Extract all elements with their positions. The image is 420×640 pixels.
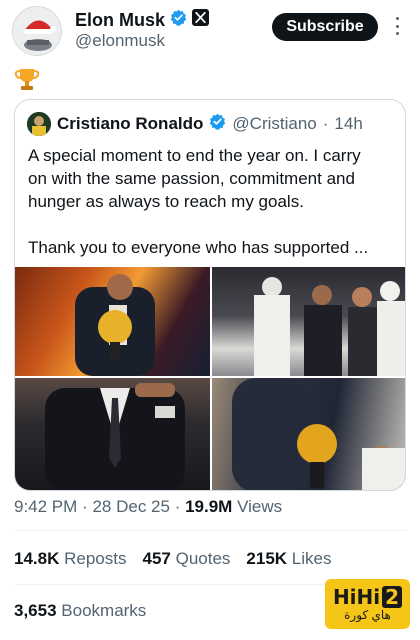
quoted-text-line: on with the same passion, commitment and [28, 169, 355, 188]
watermark-logo-number: 2 [382, 586, 403, 608]
quoted-author-handle[interactable]: @Cristiano [232, 114, 316, 134]
author-handle[interactable]: @elonmusk [75, 31, 165, 51]
trophy-icon [14, 66, 40, 92]
reposts-count: 14.8K [14, 549, 60, 568]
quoted-separator: · [322, 114, 329, 133]
post-metadata: 9:42 PM · 28 Dec 25 · 19.9M Views [14, 497, 282, 517]
bookmarks-stat[interactable]: 3,653 Bookmarks [14, 601, 146, 621]
quoted-text-blank-line [28, 213, 398, 236]
meta-separator: · [82, 497, 88, 516]
subscribe-button[interactable]: Subscribe [272, 13, 378, 41]
quoted-author-name[interactable]: Cristiano Ronaldo [57, 114, 203, 134]
likes-stat[interactable]: 215K Likes [246, 549, 331, 569]
quoted-verified-badge-icon [209, 113, 226, 135]
quoted-text-line: hunger as always to reach my goals. [28, 192, 304, 211]
watermark-arabic-text: هاي كورة [344, 608, 391, 622]
meta-separator: · [174, 497, 181, 516]
author-avatar[interactable] [12, 6, 62, 56]
quoted-post-card[interactable]: Cristiano Ronaldo @Cristiano · 14h A spe… [14, 99, 406, 491]
reposts-label: Reposts [64, 549, 127, 568]
quoted-post-text: A special moment to end the year on. I c… [28, 144, 398, 259]
likes-count: 215K [246, 549, 288, 568]
media-grid [15, 267, 405, 490]
x-affiliate-badge-icon [192, 9, 210, 31]
quotes-stat[interactable]: 457 Quotes [142, 549, 230, 569]
more-options-icon[interactable] [392, 15, 402, 37]
photo-audience-applause[interactable] [212, 267, 405, 376]
quoted-post-time[interactable]: 14h [334, 114, 362, 134]
photo-ronaldo-suit-closeup[interactable] [15, 378, 210, 490]
divider [14, 530, 406, 531]
quoted-text-line: A special moment to end the year on. I c… [28, 146, 361, 165]
quoted-author-avatar[interactable] [27, 112, 51, 136]
views-count: 19.9M [185, 497, 233, 516]
quotes-count: 457 [142, 549, 171, 568]
photo-ronaldo-trophy-stage[interactable] [15, 267, 210, 376]
verified-badge-icon [170, 9, 187, 31]
quoted-text-line: Thank you to everyone who has supported … [28, 238, 369, 257]
watermark-logo-text: HiHi 2 [332, 585, 403, 609]
photo-ronaldo-golden-trophy[interactable] [212, 378, 405, 490]
watermark-logo-word: HiHi [332, 585, 381, 609]
post-header: Elon Musk @elonmusk Subscribe [0, 0, 420, 64]
quotes-label: Quotes [175, 549, 231, 568]
author-name[interactable]: Elon Musk [75, 10, 165, 31]
engagement-stats: 14.8K Reposts 457 Quotes 215K Likes [14, 549, 331, 569]
likes-label: Likes [291, 549, 332, 568]
hihi2-watermark-logo: HiHi 2 هاي كورة [325, 579, 410, 629]
author-name-row: Elon Musk [75, 9, 210, 31]
quoted-post-header: Cristiano Ronaldo @Cristiano · 14h [27, 112, 363, 136]
bookmarks-label: Bookmarks [61, 601, 147, 620]
bookmarks-count: 3,653 [14, 601, 57, 620]
post-date[interactable]: 28 Dec 25 [92, 497, 170, 516]
views-label: Views [237, 497, 283, 516]
reposts-stat[interactable]: 14.8K Reposts [14, 549, 126, 569]
post-time[interactable]: 9:42 PM [14, 497, 77, 516]
